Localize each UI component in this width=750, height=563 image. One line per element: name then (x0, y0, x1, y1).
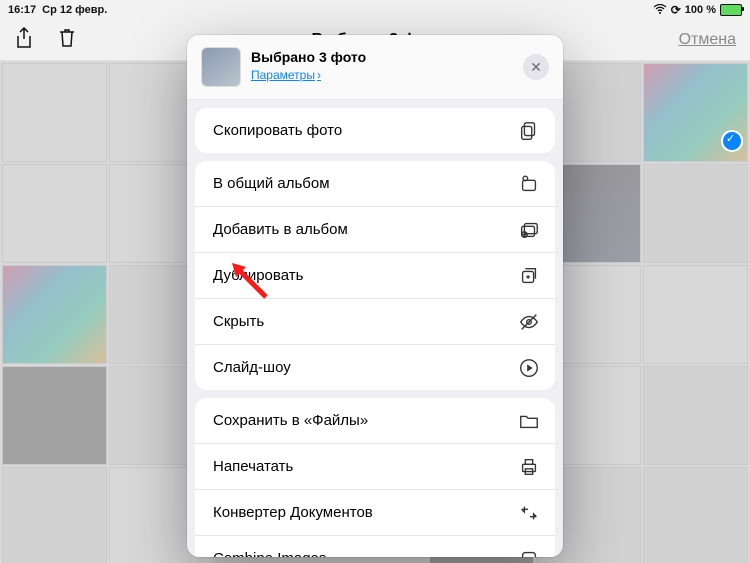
action-copy-photo[interactable]: Скопировать фото (195, 108, 555, 153)
action-label: Добавить в альбом (213, 221, 517, 238)
action-label: Combine Images (213, 550, 517, 557)
date: Ср 12 февр. (42, 4, 107, 16)
action-label: В общий альбом (213, 175, 517, 192)
action-label: Скрыть (213, 313, 517, 330)
chevron-right-icon: › (317, 68, 321, 82)
close-icon: ✕ (530, 59, 542, 76)
action-label: Сохранить в «Файлы» (213, 412, 517, 429)
copy-icon (517, 119, 541, 143)
action-shared-album[interactable]: В общий альбом (195, 161, 555, 206)
orientation-lock-icon: ⟳ (671, 3, 681, 17)
sheet-title: Выбрано 3 фото (251, 50, 366, 65)
action-slideshow[interactable]: Слайд-шоу (195, 344, 555, 390)
options-link[interactable]: Параметры › (251, 68, 321, 82)
action-label: Напечатать (213, 458, 517, 475)
action-label: Скопировать фото (213, 122, 517, 139)
action-hide[interactable]: Скрыть (195, 298, 555, 344)
action-duplicate[interactable]: Дублировать (195, 252, 555, 298)
action-combine-images[interactable]: Combine Images (195, 535, 555, 557)
sheet-header: Выбрано 3 фото Параметры › ✕ (187, 35, 563, 100)
action-label: Дублировать (213, 267, 517, 284)
add-album-icon (517, 218, 541, 242)
action-label: Конвертер Документов (213, 504, 517, 521)
close-button[interactable]: ✕ (523, 54, 549, 80)
status-bar: 16:17 Ср 12 февр. ⟳ 100 % (0, 0, 750, 20)
action-group: В общий альбом Добавить в альбом Дублиро… (195, 161, 555, 390)
trash-icon[interactable] (58, 28, 76, 53)
action-save-to-files[interactable]: Сохранить в «Файлы» (195, 398, 555, 443)
battery-percent: 100 % (685, 4, 716, 16)
share-sheet: Выбрано 3 фото Параметры › ✕ Скопировать… (187, 35, 563, 557)
share-icon[interactable] (14, 27, 34, 54)
play-icon (517, 356, 541, 380)
square-icon (517, 547, 541, 558)
convert-icon (517, 501, 541, 525)
action-label: Слайд-шоу (213, 359, 517, 376)
action-group: Сохранить в «Файлы» Напечатать Конвертер… (195, 398, 555, 557)
cancel-button[interactable]: Отмена (679, 31, 736, 49)
folder-icon (517, 409, 541, 433)
hide-icon (517, 310, 541, 334)
action-group: Скопировать фото (195, 108, 555, 153)
action-print[interactable]: Напечатать (195, 443, 555, 489)
action-add-to-album[interactable]: Добавить в альбом (195, 206, 555, 252)
action-document-converter[interactable]: Конвертер Документов (195, 489, 555, 535)
wifi-icon (653, 4, 667, 17)
duplicate-icon (517, 264, 541, 288)
sheet-body: Скопировать фото В общий альбом Добавить… (187, 100, 563, 557)
battery-icon (720, 4, 742, 16)
shared-album-icon (517, 172, 541, 196)
clock: 16:17 (8, 4, 36, 16)
selection-check-icon[interactable] (721, 130, 743, 152)
printer-icon (517, 455, 541, 479)
preview-thumb (201, 47, 241, 87)
